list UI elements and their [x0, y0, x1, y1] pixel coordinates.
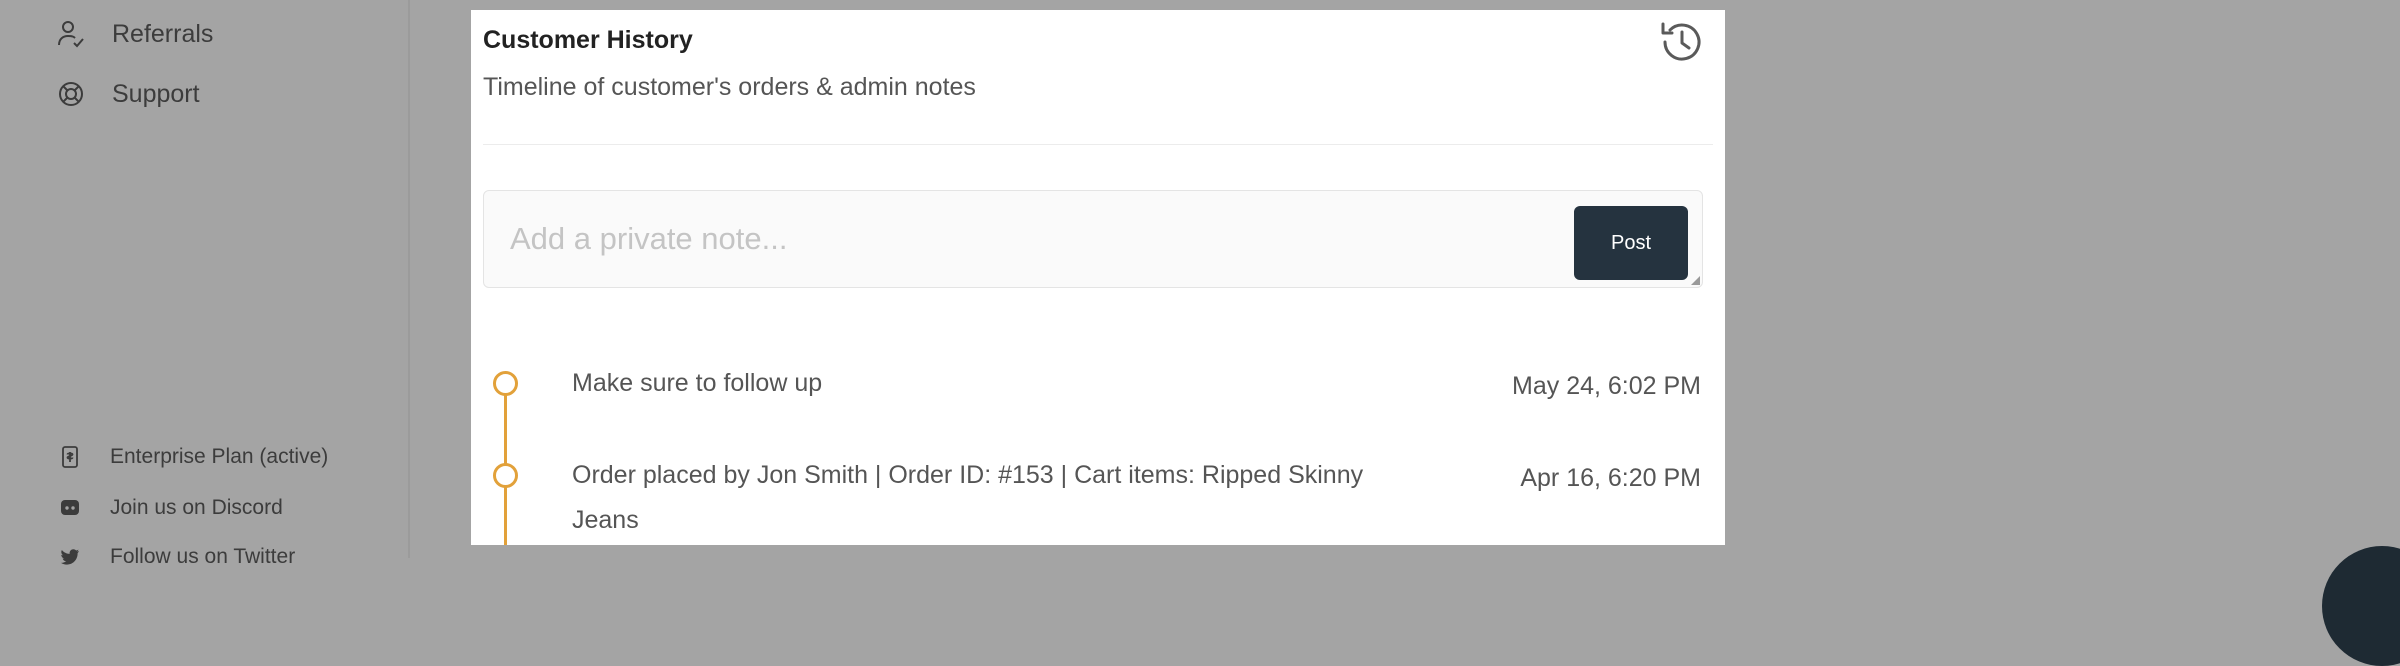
sidebar-item-label: Referrals: [112, 19, 214, 48]
chat-launcher-button[interactable]: [2322, 546, 2400, 666]
timeline-entry-text: Order placed by Jon Smith | Order ID: #1…: [572, 461, 1364, 534]
sidebar-footer-twitter[interactable]: Follow us on Twitter: [60, 540, 295, 574]
billing-icon: [60, 446, 80, 468]
discord-icon: [60, 497, 80, 519]
support-icon: [56, 79, 86, 109]
sidebar: Referrals Support Enterprise Plan (activ…: [0, 0, 410, 568]
history-icon: [1657, 18, 1705, 66]
sidebar-item-label: Support: [112, 79, 200, 108]
timeline-dot: [493, 463, 518, 488]
note-composer: Post: [483, 190, 1703, 288]
sidebar-footer-label: Join us on Discord: [110, 496, 283, 519]
divider: [483, 144, 1713, 145]
modal-subtitle: Timeline of customer's orders & admin no…: [483, 73, 976, 101]
sidebar-footer-discord[interactable]: Join us on Discord: [60, 491, 283, 525]
timeline-entry-text: Make sure to follow up: [572, 369, 823, 397]
post-button[interactable]: Post: [1574, 206, 1688, 280]
resize-handle[interactable]: [1691, 276, 1700, 285]
timeline-dot: [493, 371, 518, 396]
twitter-icon: [60, 546, 80, 568]
sidebar-item-support[interactable]: Support: [56, 74, 200, 114]
sidebar-item-referrals[interactable]: Referrals: [56, 14, 213, 54]
timeline-entry-date: May 24, 6:02 PM: [1512, 372, 1701, 400]
sidebar-footer-label: Enterprise Plan (active): [110, 445, 329, 468]
customer-history-modal: Customer History Timeline of customer's …: [471, 10, 1725, 545]
sidebar-footer-label: Follow us on Twitter: [110, 545, 296, 568]
sidebar-footer-plan[interactable]: Enterprise Plan (active): [60, 440, 328, 474]
private-note-input[interactable]: [484, 191, 1534, 287]
timeline-entry-date: Apr 16, 6:20 PM: [1520, 464, 1701, 492]
referrals-icon: [56, 19, 86, 49]
modal-title: Customer History: [483, 26, 693, 54]
